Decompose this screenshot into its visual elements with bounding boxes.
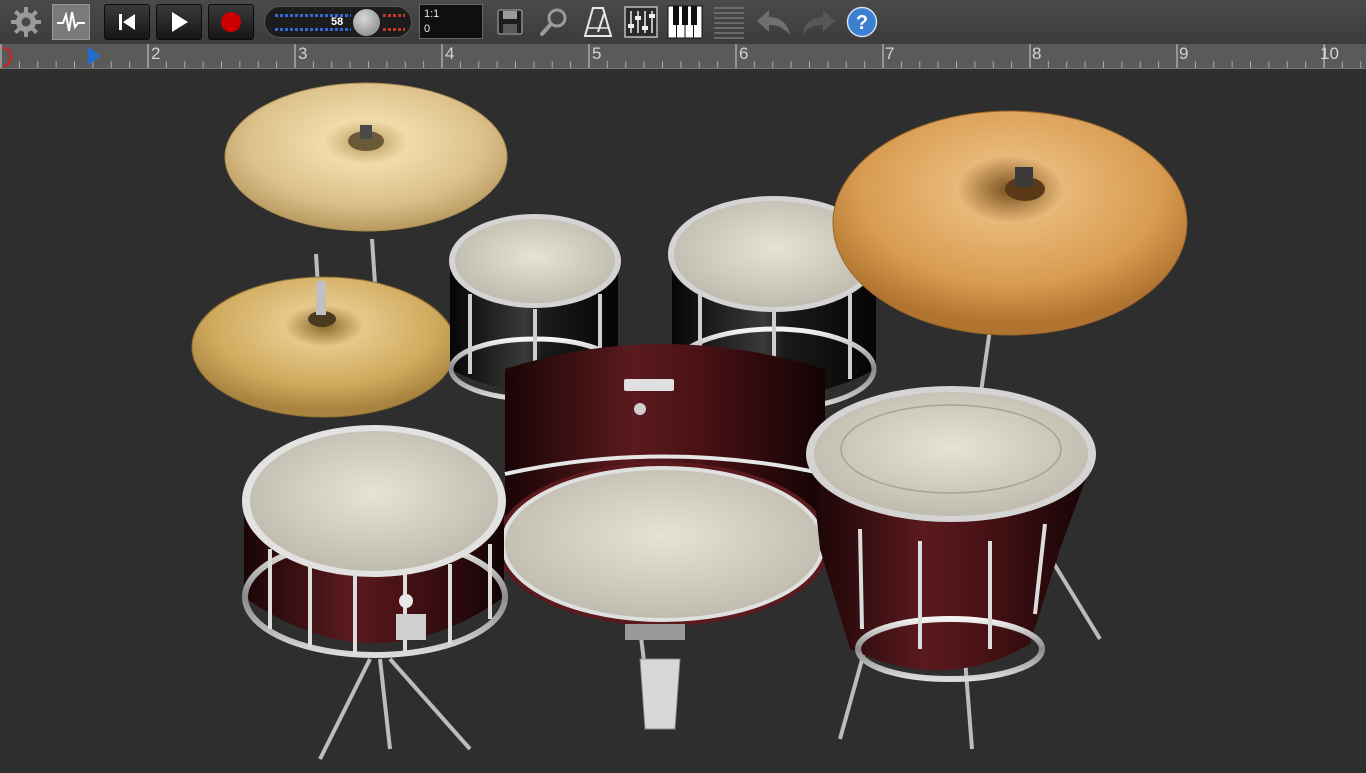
help-button[interactable]: ? bbox=[844, 4, 880, 40]
bass-drum[interactable] bbox=[496, 344, 830, 626]
floor-tom[interactable] bbox=[806, 386, 1096, 682]
position-bar-beat: 1:1 bbox=[424, 8, 440, 20]
ride-cymbal[interactable] bbox=[832, 110, 1188, 336]
position-display: 1:1 0 bbox=[419, 4, 483, 39]
undo-icon bbox=[755, 6, 793, 38]
ruler-label: 7 bbox=[885, 44, 895, 63]
settings-button[interactable] bbox=[6, 4, 46, 40]
drum-kit-illustration bbox=[191, 82, 1188, 760]
tempo-leds-red-bottom bbox=[383, 28, 405, 31]
crash-cymbal[interactable] bbox=[224, 82, 508, 232]
skip-back-icon bbox=[116, 11, 138, 33]
metronome-button[interactable] bbox=[580, 4, 616, 40]
ruler-ticks bbox=[0, 44, 1362, 68]
toolbar: 58 1:1 0 ? bbox=[0, 0, 1366, 44]
rewind-button[interactable] bbox=[104, 4, 150, 40]
undo-button[interactable] bbox=[754, 4, 794, 40]
drum-kit-stage bbox=[0, 69, 1366, 768]
ruler-label: 9 bbox=[1179, 44, 1189, 63]
playhead-marker[interactable] bbox=[87, 45, 101, 68]
waveform-icon bbox=[55, 8, 87, 36]
ruler-label: 4 bbox=[445, 44, 455, 63]
tracks-button[interactable] bbox=[711, 4, 747, 40]
mixer-icon bbox=[624, 6, 658, 38]
hi-hat[interactable] bbox=[191, 276, 457, 418]
ruler-label: 3 bbox=[298, 44, 308, 63]
tempo-knob[interactable] bbox=[353, 9, 380, 36]
mixer-button[interactable] bbox=[622, 4, 660, 40]
metronome-icon bbox=[583, 6, 613, 38]
magnifier-icon bbox=[538, 6, 570, 38]
save-button[interactable] bbox=[492, 4, 528, 40]
timeline-ruler[interactable]: 2 3 4 5 6 7 8 9 10 bbox=[0, 44, 1366, 69]
ruler-label: 10 bbox=[1320, 44, 1339, 63]
record-icon bbox=[219, 10, 243, 34]
tracks-list-icon bbox=[713, 5, 745, 39]
gear-icon bbox=[8, 4, 44, 40]
svg-text:?: ? bbox=[856, 12, 868, 34]
keyboard-button[interactable] bbox=[665, 4, 705, 40]
piano-keys-icon bbox=[667, 5, 703, 39]
ruler-label: 5 bbox=[592, 44, 602, 63]
loop-start-marker[interactable] bbox=[0, 46, 14, 68]
ruler-label: 8 bbox=[1032, 44, 1042, 63]
record-button[interactable] bbox=[208, 4, 254, 40]
play-icon bbox=[168, 10, 190, 34]
ruler-label: 6 bbox=[739, 44, 749, 63]
play-button[interactable] bbox=[156, 4, 202, 40]
position-ticks: 0 bbox=[424, 23, 431, 35]
redo-button[interactable] bbox=[798, 4, 838, 40]
tempo-value: 58 bbox=[331, 16, 344, 28]
waveform-button[interactable] bbox=[52, 4, 90, 40]
redo-icon bbox=[799, 6, 837, 38]
snare-drum[interactable] bbox=[242, 425, 508, 658]
help-icon: ? bbox=[846, 6, 878, 38]
ruler-label: 2 bbox=[151, 44, 161, 63]
kick-pedal[interactable] bbox=[625, 624, 685, 730]
zoom-button[interactable] bbox=[536, 4, 572, 40]
tempo-leds-red-top bbox=[383, 14, 405, 17]
floppy-disk-icon bbox=[495, 7, 525, 37]
tempo-slider[interactable]: 58 bbox=[264, 6, 412, 38]
tempo-leds-bottom bbox=[275, 28, 351, 31]
